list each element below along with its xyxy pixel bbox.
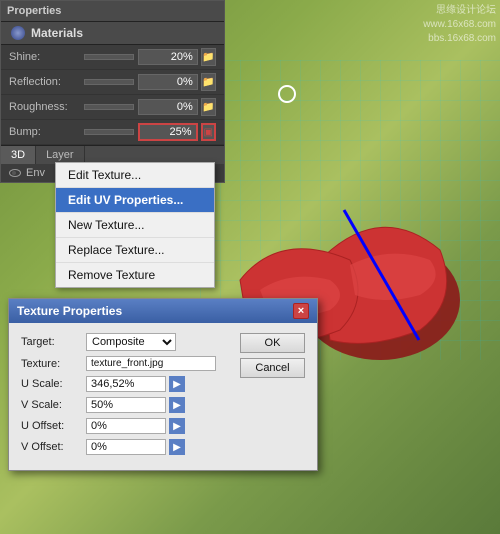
shine-slider[interactable] [84, 54, 134, 60]
context-edit-uv[interactable]: Edit UV Properties... [56, 188, 214, 213]
reflection-folder-btn[interactable]: 📁 [201, 73, 216, 91]
target-label: Target: [21, 336, 86, 348]
shine-folder-btn[interactable]: 📁 [201, 48, 216, 66]
reflection-input[interactable] [138, 74, 198, 90]
voffset-label: V Offset: [21, 441, 86, 453]
ok-button[interactable]: OK [240, 333, 305, 353]
vscale-input[interactable] [86, 397, 166, 413]
roughness-folder-btn[interactable]: 📁 [201, 98, 216, 116]
dialog-actions: OK Cancel [240, 333, 305, 460]
bump-folder-btn[interactable]: ▣ [201, 123, 216, 141]
bump-slider[interactable] [84, 129, 134, 135]
dialog-titlebar: Texture Properties × [9, 299, 317, 323]
uoffset-row: U Offset: ▶ [21, 418, 228, 434]
uoffset-label: U Offset: [21, 420, 86, 432]
vscale-label: V Scale: [21, 399, 86, 411]
uscale-label: U Scale: [21, 378, 86, 390]
context-remove-texture[interactable]: Remove Texture [56, 263, 214, 287]
uoffset-arrow-btn[interactable]: ▶ [169, 418, 185, 434]
panel-header-title: Properties [7, 5, 61, 17]
roughness-label: Roughness: [9, 101, 84, 113]
indicator-circle [278, 85, 296, 103]
shine-row: Shine: 📁 [1, 45, 224, 70]
vscale-arrow-btn[interactable]: ▶ [169, 397, 185, 413]
roughness-row: Roughness: 📁 [1, 95, 224, 120]
properties-panel: Properties Materials Shine: 📁 Reflection… [0, 0, 225, 183]
reflection-row: Reflection: 📁 [1, 70, 224, 95]
reflection-slider[interactable] [84, 79, 134, 85]
bump-row: Bump: ▣ [1, 120, 224, 145]
panel-header: Properties [1, 1, 224, 22]
tab-3d[interactable]: 3D [1, 146, 36, 164]
dialog-fields: Target: Composite Texture: U Scale: ▶ V … [21, 333, 228, 460]
texture-label: Texture: [21, 358, 86, 370]
roughness-slider[interactable] [84, 104, 134, 110]
bump-label: Bump: [9, 126, 84, 138]
shine-label: Shine: [9, 51, 84, 63]
target-select[interactable]: Composite [86, 333, 176, 351]
materials-icon [11, 26, 25, 40]
context-replace-texture[interactable]: Replace Texture... [56, 238, 214, 263]
eye-icon[interactable] [9, 169, 21, 177]
shine-input[interactable] [138, 49, 198, 65]
roughness-input[interactable] [138, 99, 198, 115]
watermark: 思缘设计论坛 www.16x68.com bbs.16x68.com [423, 4, 496, 46]
context-new-texture[interactable]: New Texture... [56, 213, 214, 238]
vscale-row: V Scale: ▶ [21, 397, 228, 413]
bump-folder-icon: ▣ [204, 127, 213, 138]
dialog-body: Target: Composite Texture: U Scale: ▶ V … [9, 323, 317, 470]
env-label: Env [26, 167, 45, 179]
uscale-arrow-btn[interactable]: ▶ [169, 376, 185, 392]
uscale-input[interactable] [86, 376, 166, 392]
context-menu: Edit Texture... Edit UV Properties... Ne… [55, 162, 215, 288]
texture-row: Texture: [21, 356, 228, 371]
materials-tab[interactable]: Materials [1, 22, 224, 45]
dialog-close-button[interactable]: × [293, 303, 309, 319]
voffset-arrow-btn[interactable]: ▶ [169, 439, 185, 455]
context-edit-texture[interactable]: Edit Texture... [56, 163, 214, 188]
materials-tab-label: Materials [31, 26, 83, 40]
uscale-row: U Scale: ▶ [21, 376, 228, 392]
texture-dialog: Texture Properties × Target: Composite T… [8, 298, 318, 471]
texture-input[interactable] [86, 356, 216, 371]
bump-input[interactable] [138, 123, 198, 141]
uoffset-input[interactable] [86, 418, 166, 434]
cancel-button[interactable]: Cancel [240, 358, 305, 378]
dialog-title: Texture Properties [17, 304, 122, 318]
target-row: Target: Composite [21, 333, 228, 351]
reflection-label: Reflection: [9, 76, 84, 88]
voffset-row: V Offset: ▶ [21, 439, 228, 455]
voffset-input[interactable] [86, 439, 166, 455]
